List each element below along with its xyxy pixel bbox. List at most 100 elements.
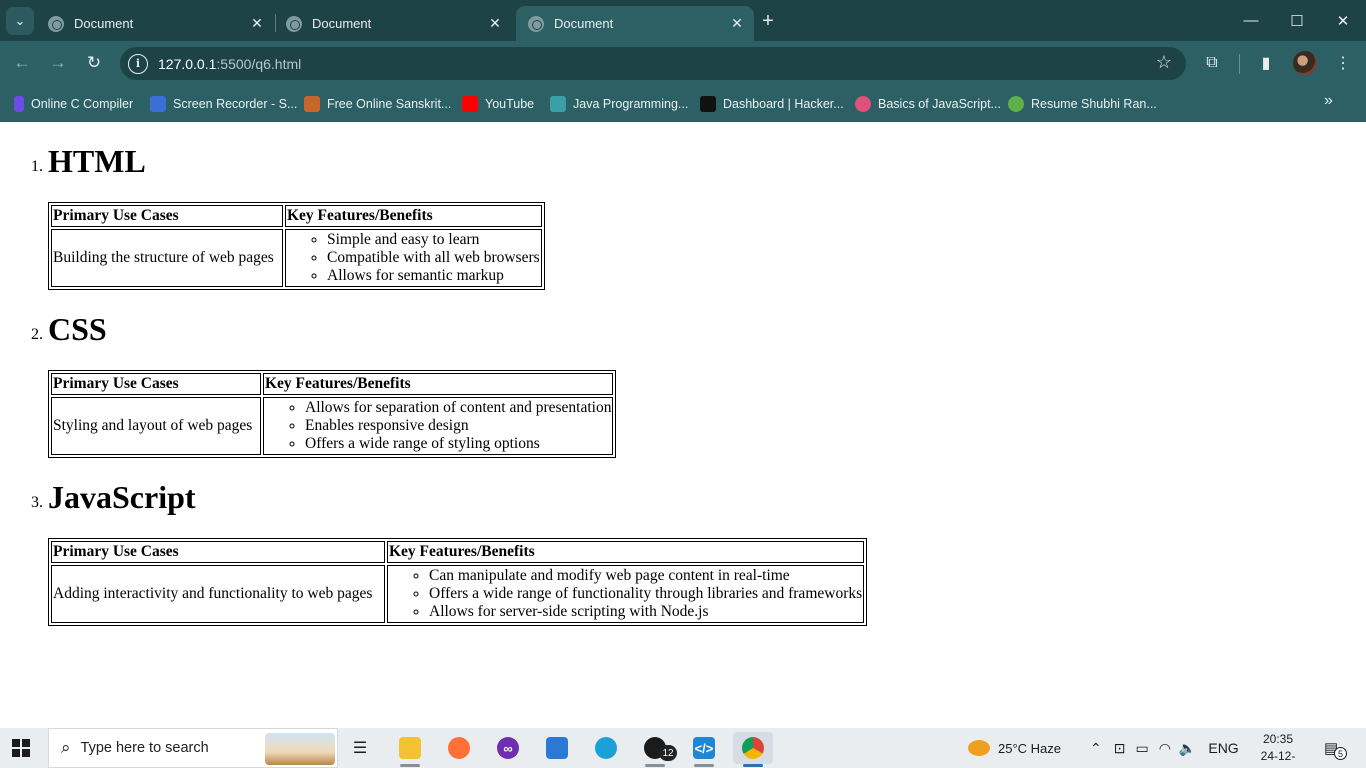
file-explorer-icon[interactable]: [390, 732, 430, 767]
recorder-icon: [150, 96, 166, 112]
url-host: 127.0.0.1: [158, 55, 217, 72]
url-path: :5500/q6.html: [216, 55, 302, 72]
bookmark-star-icon[interactable]: ☆: [1156, 52, 1172, 73]
tab-close-icon[interactable]: ✕: [246, 13, 268, 35]
haze-weather-icon: [968, 740, 990, 756]
maximize-button[interactable]: ☐: [1274, 0, 1320, 41]
running-indicator: [694, 764, 714, 767]
volume-icon[interactable]: 🔈: [1179, 740, 1196, 757]
use-case-cell: Styling and layout of web pages: [51, 397, 261, 455]
address-bar[interactable]: i 127.0.0.1:5500/q6.html ☆: [120, 47, 1186, 80]
section-heading: JavaScript: [48, 479, 196, 515]
side-panel-icon[interactable]: ▮: [1253, 50, 1279, 76]
system-tray-icons: ⌃ ⊡ ▭ ◠ 🔈 ENG: [1090, 728, 1239, 768]
back-button[interactable]: ←: [8, 49, 36, 77]
weather-widget[interactable]: 25°C Haze: [968, 728, 1061, 768]
meet-now-icon[interactable]: ⊡: [1114, 740, 1126, 757]
running-indicator: [400, 764, 420, 767]
globe-icon: [286, 15, 302, 32]
bookmark-screen-recorder[interactable]: Screen Recorder - S...: [150, 94, 297, 114]
whatsapp-unread-badge: 12: [659, 745, 677, 761]
app-infinity-icon[interactable]: ∞: [488, 732, 528, 764]
weather-text: 25°C Haze: [998, 740, 1062, 756]
new-tab-button[interactable]: +: [756, 9, 780, 33]
use-case-cell: Adding interactivity and functionality t…: [51, 565, 385, 623]
features-list: Simple and easy to learn Compatible with…: [287, 231, 540, 285]
features-table: Primary Use Cases Key Features/Benefits …: [48, 202, 545, 290]
list-number: 1.: [31, 158, 43, 175]
list-item: Offers a wide range of functionality thr…: [429, 585, 862, 603]
bookmark-resume[interactable]: Resume Shubhi Ran...: [1008, 94, 1157, 114]
windows-start-icon[interactable]: [12, 739, 30, 757]
features-cell: Allows for separation of content and pre…: [263, 397, 614, 455]
chrome-menu-icon[interactable]: ⋮: [1330, 50, 1356, 76]
chrome-icon[interactable]: [733, 732, 773, 767]
bookmark-label: Online C Compiler: [31, 97, 134, 111]
list-item: Allows for separation of content and pre…: [305, 399, 611, 417]
bookmark-sanskrit[interactable]: Free Online Sanskrit...: [304, 94, 451, 114]
tab-title: Document: [312, 16, 372, 31]
battery-icon[interactable]: ▭: [1135, 740, 1148, 757]
bookmark-label: Free Online Sanskrit...: [327, 97, 452, 111]
features-table: Primary Use Cases Key Features/Benefits …: [48, 538, 868, 626]
bookmark-java-programming[interactable]: Java Programming...: [550, 94, 688, 114]
more-bookmarks-chevron-icon[interactable]: »: [1324, 92, 1333, 110]
tab-close-icon[interactable]: ✕: [484, 13, 506, 35]
notification-count-badge: 5: [1334, 747, 1347, 760]
section-heading: HTML: [48, 143, 146, 179]
language-indicator[interactable]: ENG: [1208, 740, 1238, 756]
taskbar-search-input[interactable]: ⌕ Type here to search: [48, 728, 338, 768]
tab-close-icon[interactable]: ✕: [726, 13, 748, 35]
table-row: Adding interactivity and functionality t…: [51, 565, 865, 623]
globe-icon: [48, 15, 64, 32]
firefox-icon[interactable]: [439, 732, 479, 764]
browser-tab-2[interactable]: Document ✕: [274, 6, 512, 41]
close-window-button[interactable]: ✕: [1320, 0, 1366, 41]
wifi-icon[interactable]: ◠: [1159, 740, 1171, 757]
youtube-icon: [462, 96, 478, 112]
tab-search-chevron-icon[interactable]: ⌄: [6, 7, 34, 35]
browser-tab-3-active[interactable]: Document ✕: [516, 6, 754, 41]
task-view-icon[interactable]: ☰: [340, 732, 380, 764]
features-cell: Simple and easy to learn Compatible with…: [285, 229, 542, 287]
list-item: Simple and easy to learn: [327, 231, 540, 249]
bookmark-youtube[interactable]: YouTube: [462, 94, 534, 114]
edge-icon[interactable]: [586, 732, 626, 764]
browser-tab-1[interactable]: Document ✕: [36, 6, 274, 41]
bookmark-online-c-compiler[interactable]: Online C Compiler: [14, 94, 133, 114]
java-site-icon: [550, 96, 566, 112]
vscode-icon[interactable]: </>: [684, 732, 724, 767]
list-number: 2.: [31, 326, 43, 343]
profile-avatar[interactable]: [1293, 51, 1317, 75]
site-info-icon[interactable]: i: [128, 53, 148, 74]
taskbar-clock[interactable]: 20:35 24-12-2023: [1248, 731, 1308, 768]
running-indicator: [645, 764, 665, 767]
table-header-row: Primary Use Cases Key Features/Benefits: [51, 205, 542, 227]
show-hidden-icons-chevron-icon[interactable]: ⌃: [1090, 740, 1102, 757]
bookmark-label: Resume Shubhi Ran...: [1031, 97, 1157, 111]
running-indicator: [743, 764, 763, 767]
bookmark-basics-javascript[interactable]: Basics of JavaScript...: [855, 94, 1001, 114]
section-heading: CSS: [48, 311, 107, 347]
globe-icon: [528, 15, 544, 32]
table-header: Primary Use Cases: [51, 205, 283, 227]
url-text[interactable]: 127.0.0.1:5500/q6.html: [158, 56, 301, 72]
use-case-cell: Building the structure of web pages: [51, 229, 283, 287]
bookmark-hackerrank[interactable]: Dashboard | Hacker...: [700, 94, 844, 114]
browser-toolbar: ← → ↻ i 127.0.0.1:5500/q6.html ☆ ⧉ ▮ ⋮: [0, 41, 1366, 86]
reload-button[interactable]: ↻: [80, 49, 108, 77]
compiler-logo-icon: [14, 96, 24, 112]
extensions-icon[interactable]: ⧉: [1199, 50, 1225, 76]
hackerrank-icon: [700, 96, 716, 112]
search-icon: ⌕: [61, 738, 71, 757]
bookmark-label: YouTube: [485, 97, 535, 111]
sanskrit-site-icon: [304, 96, 320, 112]
window-app-icon[interactable]: [537, 732, 577, 764]
minimize-button[interactable]: —: [1228, 0, 1274, 41]
notification-center-icon[interactable]: ▤ 5: [1324, 739, 1347, 760]
forward-button[interactable]: →: [44, 49, 72, 77]
table-header: Key Features/Benefits: [263, 373, 614, 395]
list-number: 3.: [31, 494, 43, 511]
bookmarks-bar: Online C Compiler Screen Recorder - S...…: [0, 86, 1366, 122]
tab-title: Document: [74, 16, 134, 31]
